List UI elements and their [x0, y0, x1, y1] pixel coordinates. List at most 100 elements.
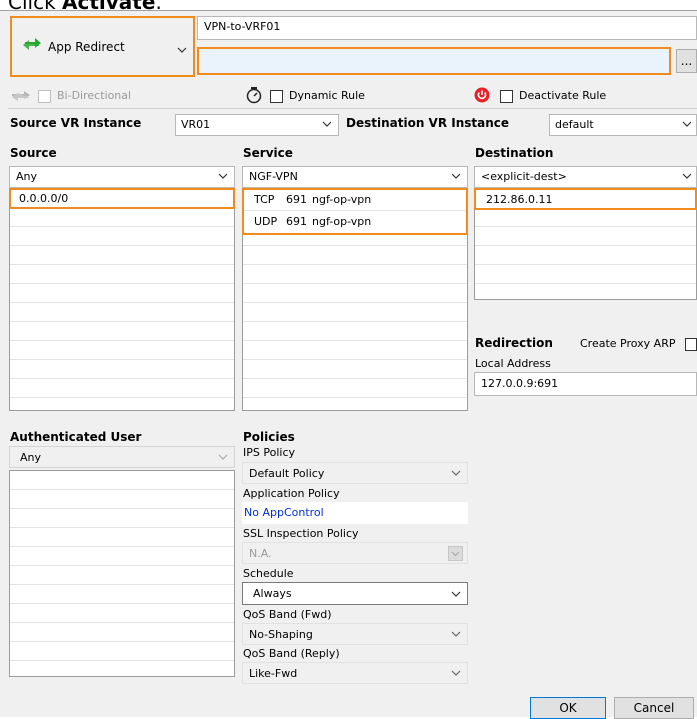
source-item-value: 0.0.0.0/0: [19, 192, 69, 205]
service-item-port: 691: [286, 215, 307, 228]
list-row: [243, 341, 467, 360]
list-row: [10, 360, 234, 379]
service-item-port: 691: [286, 193, 307, 206]
list-row: [10, 547, 234, 566]
rule-description-field[interactable]: [197, 47, 671, 75]
list-row: [10, 623, 234, 642]
options-divider: [8, 108, 697, 109]
app-policy-field[interactable]: No AppControl: [242, 502, 468, 524]
list-row: [10, 341, 234, 360]
destination-item-value: 212.86.0.11: [486, 193, 553, 206]
timer-icon: [245, 86, 263, 107]
service-item-row[interactable]: UDP 691 ngf-op-vpn: [244, 212, 466, 233]
chevron-down-icon: [682, 173, 692, 179]
dynamic-rule-label: Dynamic Rule: [289, 89, 365, 102]
list-row: [243, 322, 467, 341]
ok-button[interactable]: OK: [530, 697, 606, 719]
source-select[interactable]: Any: [9, 166, 235, 188]
ips-policy-value: Default Policy: [249, 467, 325, 480]
source-header: Source: [10, 146, 57, 160]
list-row: [10, 265, 234, 284]
dynamic-rule-checkbox[interactable]: [270, 90, 283, 103]
list-row: [10, 322, 234, 341]
redirection-header: Redirection: [475, 336, 553, 350]
service-item-row[interactable]: TCP 691 ngf-op-vpn: [244, 190, 466, 211]
list-row: [475, 227, 696, 246]
app-policy-link[interactable]: No AppControl: [244, 506, 324, 519]
destination-select[interactable]: <explicit-dest>: [474, 166, 697, 188]
list-row: [10, 303, 234, 322]
service-select[interactable]: NGF-VPN: [242, 166, 468, 188]
list-row: [10, 490, 234, 509]
chevron-down-icon: [451, 631, 461, 637]
source-vr-select[interactable]: VR01: [175, 114, 339, 136]
destination-vr-label: Destination VR Instance: [346, 116, 510, 130]
bidirectional-checkbox[interactable]: [38, 90, 51, 103]
destination-header: Destination: [475, 146, 554, 160]
list-row: [10, 208, 234, 227]
action-selector[interactable]: App Redirect: [10, 16, 195, 77]
app-redirect-icon: [22, 34, 42, 54]
rule-name-value: VPN-to-VRF01: [204, 20, 281, 33]
auth-user-select[interactable]: Any: [9, 446, 235, 468]
list-row: [10, 379, 234, 398]
list-row: [475, 265, 696, 284]
action-label: App Redirect: [48, 40, 125, 54]
list-row: [10, 642, 234, 661]
schedule-select[interactable]: Always: [242, 582, 468, 605]
local-address-label: Local Address: [475, 357, 551, 370]
list-row: [475, 246, 696, 265]
qos-reply-label: QoS Band (Reply): [243, 647, 340, 660]
qos-fwd-select[interactable]: No-Shaping: [242, 623, 468, 645]
qos-fwd-value: No-Shaping: [249, 628, 313, 641]
bidirectional-label: Bi-Directional: [57, 89, 132, 102]
chevron-down-icon: [448, 546, 463, 561]
qos-reply-value: Like-Fwd: [249, 667, 298, 680]
source-selected-value: Any: [16, 170, 38, 183]
list-row: [10, 471, 234, 490]
list-row: [10, 585, 234, 604]
ssl-policy-label: SSL Inspection Policy: [243, 527, 359, 540]
chevron-down-icon: [451, 470, 461, 476]
list-row: [243, 360, 467, 379]
source-vr-value: VR01: [181, 118, 211, 131]
rule-name-field[interactable]: VPN-to-VRF01: [197, 16, 697, 40]
ssl-policy-value: N.A.: [249, 547, 272, 560]
list-row: [243, 246, 467, 265]
chevron-down-icon: [177, 42, 187, 56]
chevron-down-icon: [322, 121, 332, 127]
more-button[interactable]: ...: [676, 49, 697, 73]
local-address-value: 127.0.0.9:691: [481, 377, 559, 390]
service-item-name: ngf-op-vpn: [312, 215, 372, 228]
service-item-proto: UDP: [254, 215, 278, 228]
list-row: [243, 379, 467, 398]
bidirectional-icon: [10, 90, 32, 105]
ips-policy-select[interactable]: Default Policy: [242, 462, 468, 484]
destination-vr-select[interactable]: default: [549, 114, 697, 136]
chevron-down-icon: [218, 454, 228, 460]
service-item-proto: TCP: [254, 193, 275, 206]
list-row: [243, 284, 467, 303]
cancel-button[interactable]: Cancel: [614, 697, 694, 719]
qos-reply-select[interactable]: Like-Fwd: [242, 662, 468, 684]
proxy-arp-label: Create Proxy ARP: [580, 337, 676, 350]
schedule-label: Schedule: [243, 567, 294, 580]
service-items-group: TCP 691 ngf-op-vpn UDP 691 ngf-op-vpn: [242, 188, 468, 235]
local-address-field[interactable]: 127.0.0.9:691: [474, 372, 697, 396]
deactivate-rule-checkbox[interactable]: [500, 90, 513, 103]
schedule-value: Always: [253, 587, 292, 600]
auth-user-list[interactable]: [9, 470, 235, 677]
source-item-row[interactable]: 0.0.0.0/0: [9, 188, 235, 209]
chevron-down-icon: [218, 173, 228, 179]
list-row: [10, 284, 234, 303]
auth-user-value: Any: [20, 451, 42, 464]
list-row: [10, 528, 234, 547]
source-list[interactable]: [9, 188, 235, 411]
list-row: [10, 604, 234, 623]
proxy-arp-checkbox[interactable]: [685, 338, 697, 351]
list-row: [10, 566, 234, 585]
ssl-policy-select[interactable]: N.A.: [242, 542, 468, 564]
destination-item-row[interactable]: 212.86.0.11: [474, 188, 697, 210]
list-row: [10, 661, 234, 676]
chevron-down-icon: [451, 173, 461, 179]
